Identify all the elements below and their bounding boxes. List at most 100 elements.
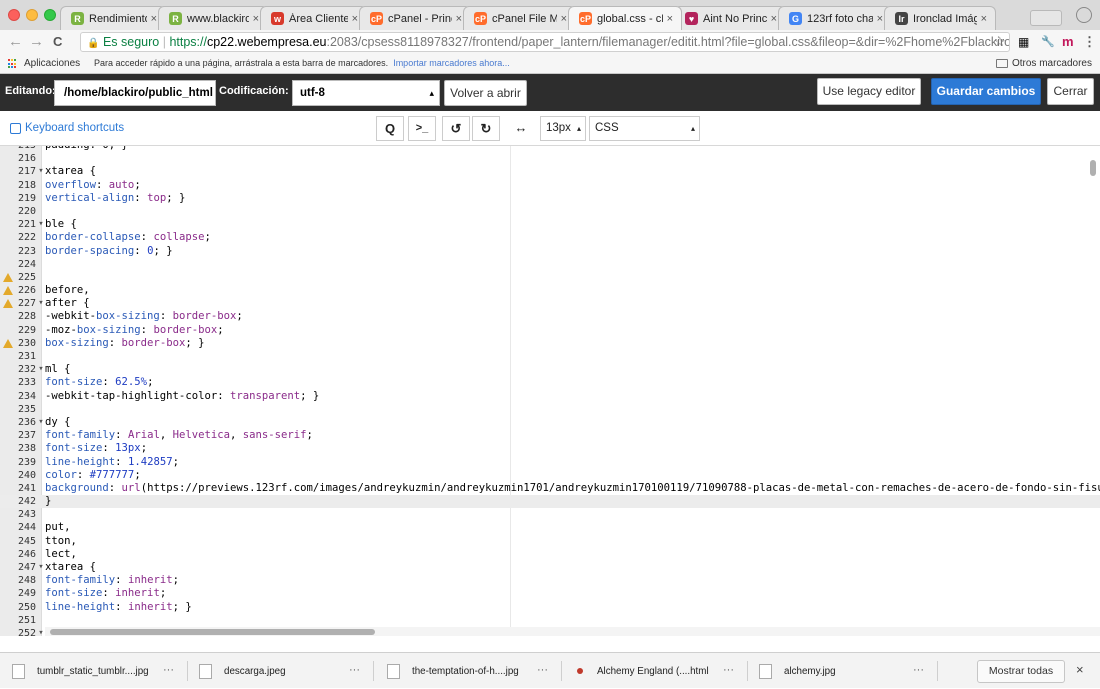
undo-button[interactable]: ↺ — [442, 116, 470, 141]
code-line[interactable]: 233 font-size: 62.5%; — [0, 376, 1100, 389]
keyboard-shortcuts-link[interactable]: Keyboard shortcuts — [10, 122, 124, 134]
download-options-icon[interactable]: ··· — [913, 664, 924, 676]
tab-close-icon[interactable]: × — [981, 13, 987, 25]
tab-close-icon[interactable]: × — [667, 13, 673, 25]
redo-button[interactable]: ↻ — [472, 116, 500, 141]
code-line[interactable]: 225 — [0, 271, 1100, 284]
reopen-button[interactable]: Volver a abrir — [444, 80, 527, 106]
wrap-toggle-button[interactable]: ↔ — [507, 116, 535, 141]
window-minimize-button[interactable] — [26, 9, 38, 21]
browser-tab[interactable]: G 123rf foto chap × — [778, 6, 892, 30]
code-line[interactable]: 245 tton, — [0, 535, 1100, 548]
legacy-editor-button[interactable]: Use legacy editor — [817, 78, 921, 105]
download-item[interactable]: the-temptation-of-h....jpg — [387, 653, 519, 689]
download-item[interactable]: alchemy.jpg — [759, 653, 836, 689]
search-button[interactable]: Q — [376, 116, 404, 141]
browser-tab[interactable]: R Rendimiento - × — [60, 6, 166, 30]
code-line[interactable]: 239 line-height: 1.42857; — [0, 456, 1100, 469]
profile-icon[interactable] — [1076, 7, 1092, 23]
download-item[interactable]: Alchemy England (....html — [573, 653, 709, 689]
fold-toggle-icon[interactable]: ▾ — [37, 561, 45, 574]
apps-bookmark[interactable]: Aplicaciones — [24, 58, 80, 69]
code-line[interactable]: 236 ▾ dy { — [0, 416, 1100, 429]
tab-close-icon[interactable]: × — [352, 13, 358, 25]
browser-tab[interactable]: ♥ Aint No Princes × — [674, 6, 786, 30]
file-path-field[interactable]: /home/blackiro/public_html — [54, 80, 216, 106]
code-line[interactable]: 221 ▾ ble { — [0, 218, 1100, 231]
code-line[interactable]: 216 — [0, 152, 1100, 165]
code-line[interactable]: 223 border-spacing: 0; } — [0, 245, 1100, 258]
download-options-icon[interactable]: ··· — [537, 664, 548, 676]
code-line[interactable]: 229 -moz-box-sizing: border-box; — [0, 324, 1100, 337]
download-options-icon[interactable]: ··· — [723, 664, 734, 676]
encoding-select[interactable]: utf-8 ▴▾ — [292, 80, 440, 122]
code-line[interactable]: 238 font-size: 13px; — [0, 442, 1100, 455]
font-size-select[interactable]: 13px▴▾ — [540, 116, 586, 156]
syntax-mode-select[interactable]: CSS▴▾ — [589, 116, 700, 156]
code-line[interactable]: 243 — [0, 508, 1100, 521]
browser-tab[interactable]: Ir Ironclad Imágen × — [884, 6, 996, 30]
tab-close-icon[interactable]: × — [456, 13, 462, 25]
tab-close-icon[interactable]: × — [151, 13, 157, 25]
window-maximize-button[interactable] — [44, 9, 56, 21]
close-editor-button[interactable]: Cerrar — [1047, 78, 1094, 105]
code-line[interactable]: 222 border-collapse: collapse; — [0, 231, 1100, 244]
code-line[interactable]: 235 — [0, 403, 1100, 416]
show-all-downloads-button[interactable]: Mostrar todas — [977, 660, 1065, 683]
goto-line-button[interactable]: >_ — [408, 116, 436, 141]
horizontal-scrollbar[interactable] — [50, 629, 375, 635]
extension-m-icon[interactable]: m — [1062, 34, 1074, 50]
browser-tab[interactable]: w Área Cliente - V × — [260, 6, 367, 30]
code-line[interactable]: 251 — [0, 614, 1100, 627]
code-line[interactable]: 248 font-family: inherit; — [0, 574, 1100, 587]
code-line[interactable]: 241 background: url(https://previews.123r… — [0, 482, 1100, 495]
new-tab-button[interactable] — [1030, 10, 1062, 26]
code-line[interactable]: 224 — [0, 258, 1100, 271]
code-line[interactable]: 232 ▾ ml { — [0, 363, 1100, 376]
browser-tab[interactable]: cP cPanel File Man × — [463, 6, 576, 30]
reload-button[interactable]: C — [53, 33, 62, 51]
window-close-button[interactable] — [8, 9, 20, 21]
address-bar[interactable]: 🔒 Es seguro | https://cp22.webempresa.eu… — [80, 32, 1010, 52]
code-line[interactable]: 227 ▾ after { — [0, 297, 1100, 310]
other-bookmarks[interactable]: Otros marcadores — [995, 58, 1092, 69]
code-line[interactable]: 228 -webkit-box-sizing: border-box; — [0, 310, 1100, 323]
code-line[interactable]: 249 font-size: inherit; — [0, 587, 1100, 600]
fold-toggle-icon[interactable]: ▾ — [37, 165, 45, 178]
download-options-icon[interactable]: ··· — [163, 664, 174, 676]
code-line[interactable]: 217 ▾ xtarea { — [0, 165, 1100, 178]
browser-menu-icon[interactable]: ⋮ — [1083, 34, 1096, 50]
code-line[interactable]: 234 -webkit-tap-highlight-color: transpar… — [0, 390, 1100, 403]
code-line[interactable]: 246 lect, — [0, 548, 1100, 561]
code-line[interactable]: 231 — [0, 350, 1100, 363]
save-changes-button[interactable]: Guardar cambios — [931, 78, 1041, 105]
code-line[interactable]: 242} — [0, 495, 1100, 509]
apps-grid-icon[interactable] — [8, 59, 18, 69]
code-line[interactable]: 226 before, — [0, 284, 1100, 297]
code-line[interactable]: 218 overflow: auto; — [0, 179, 1100, 192]
browser-tab[interactable]: cP global.css - cPa × — [568, 6, 682, 30]
extension-key-icon[interactable]: 🔧 — [1041, 34, 1055, 50]
back-button[interactable]: ← — [8, 33, 23, 51]
browser-tab[interactable]: Rwww.blackironr × — [158, 6, 268, 30]
download-item[interactable]: tumblr_static_tumblr....jpg — [12, 653, 149, 689]
tab-close-icon[interactable]: × — [771, 13, 777, 25]
code-line[interactable]: 244 put, — [0, 521, 1100, 534]
code-line[interactable]: 219 vertical-align: top; } — [0, 192, 1100, 205]
download-options-icon[interactable]: ··· — [349, 664, 360, 676]
vertical-scrollbar[interactable] — [1090, 160, 1096, 176]
download-item[interactable]: descarga.jpeg — [199, 653, 286, 689]
code-line[interactable]: 240 color: #777777; — [0, 469, 1100, 482]
fold-toggle-icon[interactable]: ▾ — [37, 297, 45, 310]
tab-close-icon[interactable]: × — [561, 13, 567, 25]
tab-close-icon[interactable]: × — [253, 13, 259, 25]
fold-toggle-icon[interactable]: ▾ — [37, 627, 45, 636]
code-editor[interactable]: 215padding: 0; }216217▾xtarea {218overfl… — [0, 146, 1100, 636]
fold-toggle-icon[interactable]: ▾ — [37, 218, 45, 231]
fold-toggle-icon[interactable]: ▾ — [37, 416, 45, 429]
fold-toggle-icon[interactable]: ▾ — [37, 363, 45, 376]
forward-button[interactable]: → — [29, 33, 44, 51]
close-shelf-button[interactable]: × — [1076, 662, 1084, 677]
code-line[interactable]: 247 ▾ xtarea { — [0, 561, 1100, 574]
code-line[interactable]: 237 font-family: Arial, Helvetica, sans-s… — [0, 429, 1100, 442]
